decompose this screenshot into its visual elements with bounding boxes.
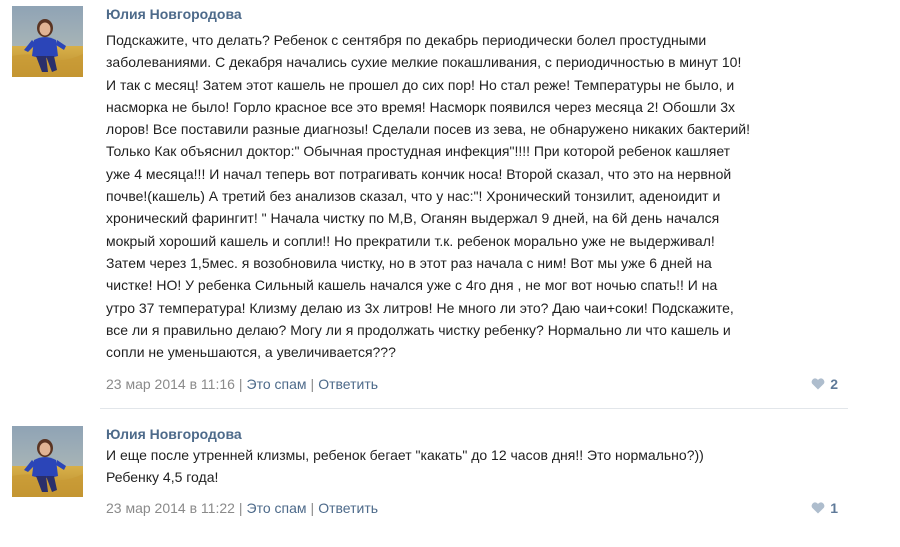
comment-date[interactable]: 23 мар 2014 в 11:22 xyxy=(106,500,235,516)
like-count: 1 xyxy=(830,500,838,516)
avatar[interactable] xyxy=(12,6,83,77)
reply-link[interactable]: Ответить xyxy=(318,500,378,516)
avatar-photo-icon xyxy=(12,426,83,497)
comment: Юлия Новгородова И еще после утренней кл… xyxy=(0,420,900,547)
meta-separator: | xyxy=(310,376,315,392)
comment-date[interactable]: 23 мар 2014 в 11:16 xyxy=(106,376,235,392)
comment: Юлия Новгородова Подскажите, что делать?… xyxy=(0,0,900,408)
report-spam-link[interactable]: Это спам xyxy=(247,376,307,392)
meta-separator: | xyxy=(310,500,315,516)
comment-meta: 23 мар 2014 в 11:22 | Это спам | Ответить xyxy=(106,500,378,516)
report-spam-link[interactable]: Это спам xyxy=(247,500,307,516)
author-name[interactable]: Юлия Новгородова xyxy=(106,426,242,442)
comment-divider xyxy=(100,408,848,409)
meta-separator: | xyxy=(238,376,243,392)
heart-icon xyxy=(811,502,825,514)
meta-separator: | xyxy=(238,500,243,516)
author-name[interactable]: Юлия Новгородова xyxy=(106,6,242,22)
like-button[interactable]: 1 xyxy=(811,500,838,516)
comment-meta: 23 мар 2014 в 11:16 | Это спам | Ответить xyxy=(106,376,378,392)
avatar-photo-icon xyxy=(12,6,83,77)
comment-text: И еще после утренней клизмы, ребенок бег… xyxy=(106,447,704,486)
avatar[interactable] xyxy=(12,426,83,497)
heart-icon xyxy=(811,378,825,390)
reply-link[interactable]: Ответить xyxy=(318,376,378,392)
like-button[interactable]: 2 xyxy=(811,376,838,392)
comment-text: Подскажите, что делать? Ребенок с сентяб… xyxy=(106,32,751,361)
like-count: 2 xyxy=(830,376,838,392)
